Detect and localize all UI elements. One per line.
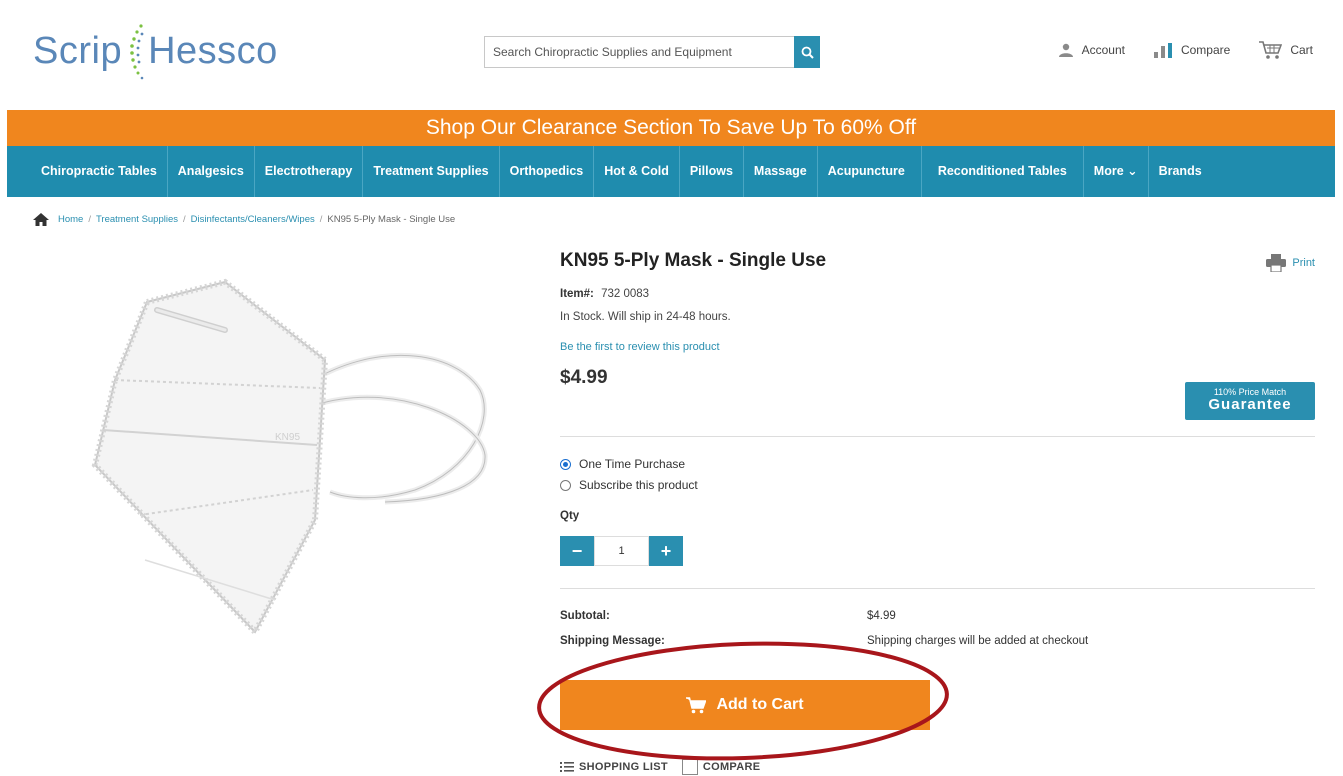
nav-item-reconditioned-tables[interactable]: Reconditioned Tables [922,146,1084,197]
breadcrumb-home[interactable]: Home [58,214,83,225]
cart-icon [686,696,707,713]
price-match-badge[interactable]: 110% Price Match Guarantee [1185,382,1315,420]
logo-text-left: Scrip [33,29,123,72]
qty-increase-button[interactable]: + [649,536,683,566]
secondary-actions: SHOPPING LIST COMPARE [560,759,760,775]
search-button[interactable] [794,36,820,68]
print-label: Print [1292,257,1315,269]
divider [560,436,1315,437]
account-label: Account [1081,43,1125,57]
search-bar [484,36,834,68]
home-icon[interactable] [33,213,49,226]
compare-checkbox-label: COMPARE [702,761,761,773]
breadcrumb-treatment-supplies[interactable]: Treatment Supplies [96,214,178,225]
subscribe-radio[interactable] [560,479,571,491]
cart-link[interactable]: Cart [1258,40,1313,60]
nav-item-electrotherapy[interactable]: Electrotherapy [255,146,364,197]
breadcrumb-current: KN95 5-Ply Mask - Single Use [327,214,456,225]
add-to-cart-label: Add to Cart [716,696,804,713]
print-button[interactable]: Print [1266,254,1315,272]
promo-banner[interactable]: Shop Our Clearance Section To Save Up To… [7,110,1335,146]
one-time-purchase-label: One Time Purchase [579,457,686,471]
product-details: KN95 5-Ply Mask - Single Use Print Item#… [560,250,1315,775]
nav-item-orthopedics[interactable]: Orthopedics [500,146,595,197]
breadcrumb-separator: / [88,214,91,225]
site-logo[interactable]: Scrip Hessco [33,22,278,80]
compare-label: Compare [1180,43,1231,57]
header-links: Account Compare Cart [1058,40,1313,60]
cart-icon [1259,41,1283,59]
nav-item-acupuncture[interactable]: Acupuncture [818,146,922,197]
breadcrumb-separator: / [319,214,323,225]
item-number-value: 732 0083 [601,288,650,300]
subscribe-label: Subscribe this product [579,478,698,492]
breadcrumb: Home / Treatment Supplies / Disinfectant… [33,213,455,226]
account-link[interactable]: Account [1058,43,1125,57]
one-time-purchase-option[interactable]: One Time Purchase [560,457,685,471]
site-header: Scrip Hessco Search Chiropractic Supplie… [0,0,1343,108]
search-icon [801,46,814,59]
qty-decrease-button[interactable]: − [560,536,594,566]
main-nav: Chiropractic Tables Analgesics Electroth… [7,146,1335,197]
nav-item-more[interactable]: More ⌄ [1084,146,1149,197]
printer-icon [1266,254,1287,272]
one-time-purchase-radio[interactable] [560,458,571,470]
qty-input[interactable] [594,536,649,566]
nav-item-pillows[interactable]: Pillows [680,146,744,197]
cart-label: Cart [1290,43,1313,57]
add-to-cart-button[interactable]: Add to Cart [560,680,930,730]
shopping-list-link[interactable]: SHOPPING LIST [560,761,668,773]
guarantee-top-text: 110% Price Match [1213,387,1287,397]
breadcrumb-disinfectants[interactable]: Disinfectants/Cleaners/Wipes [191,214,315,225]
subtotal-value: $4.99 [867,610,896,622]
nav-item-brands[interactable]: Brands [1149,146,1212,197]
logo-dots-icon [130,24,144,80]
item-number: Item#: 732 0083 [560,288,1315,300]
stock-status: In Stock. Will ship in 24-48 hours. [560,311,731,323]
qty-label: Qty [560,510,580,522]
search-input[interactable] [484,36,794,68]
product-image[interactable]: KN95 [75,270,515,650]
list-icon [560,762,574,772]
nav-item-chiropractic-tables[interactable]: Chiropractic Tables [7,146,168,197]
nav-item-massage[interactable]: Massage [744,146,818,197]
breadcrumb-separator: / [183,214,186,225]
nav-item-treatment-supplies[interactable]: Treatment Supplies [363,146,500,197]
user-icon [1058,43,1073,57]
guarantee-bottom-text: Guarantee [1208,396,1292,413]
shopping-list-label: SHOPPING LIST [579,761,668,773]
compare-checkbox[interactable] [681,759,698,775]
shipping-label: Shipping Message: [560,635,665,647]
subtotal-label: Subtotal: [560,610,610,622]
compare-checkbox-link[interactable]: COMPARE [681,759,761,775]
item-number-label: Item#: [560,288,594,300]
review-link[interactable]: Be the first to review this product [560,341,1315,353]
nav-item-analgesics[interactable]: Analgesics [168,146,255,197]
quantity-stepper: − + [560,536,683,566]
compare-link[interactable]: Compare [1153,42,1230,58]
product-title: KN95 5-Ply Mask - Single Use [560,250,827,271]
bar-chart-icon [1153,43,1172,58]
mask-print-text: KN95 [275,432,300,443]
shipping-value: Shipping charges will be added at checko… [867,635,1089,647]
subscribe-option[interactable]: Subscribe this product [560,478,698,492]
divider [560,588,1315,589]
logo-text-right: Hessco [148,29,278,72]
nav-item-hot-cold[interactable]: Hot & Cold [594,146,680,197]
